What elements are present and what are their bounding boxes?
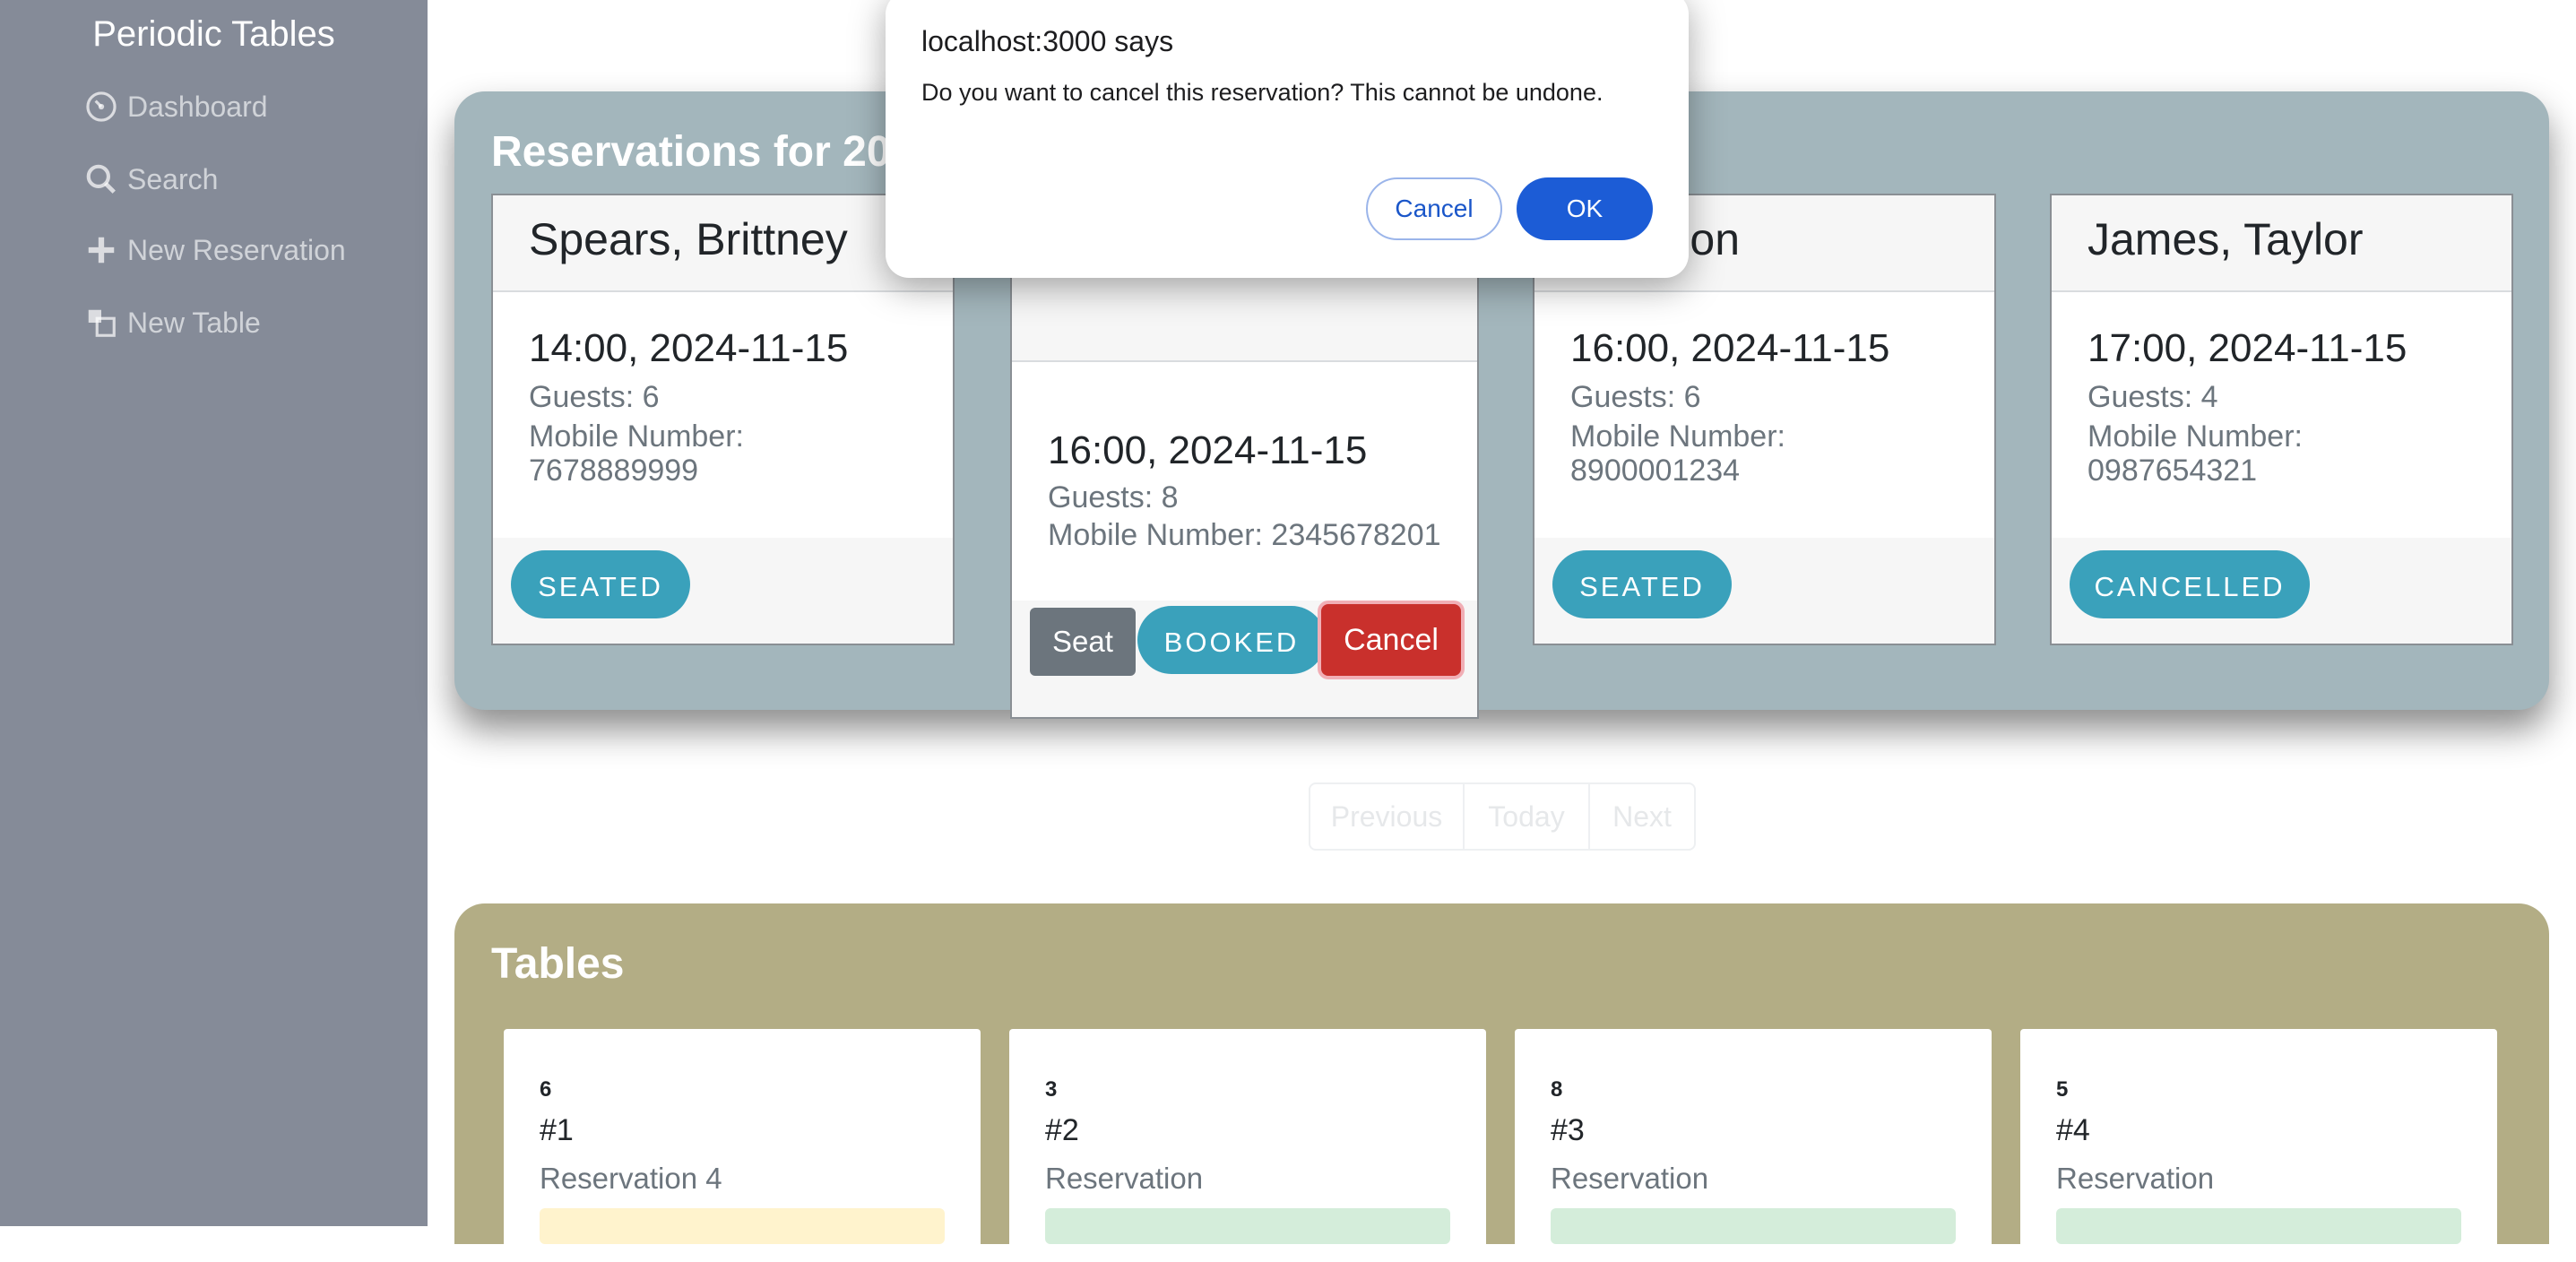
previous-button[interactable]: Previous	[1310, 784, 1465, 849]
table-card: 3 #2 Reservation	[1009, 1029, 1486, 1262]
reservation-time: 16:00, 2024-11-15	[1048, 428, 1368, 472]
next-button[interactable]: Next	[1590, 784, 1694, 849]
tables-title: Tables	[491, 940, 625, 988]
brand-title[interactable]: Periodic Tables	[0, 14, 428, 55]
table-name: #4	[2056, 1113, 2090, 1147]
dialog-message: Do you want to cancel this reservation? …	[921, 79, 1604, 106]
tables-panel: Tables 6 #1 Reservation 4 3 #2 Reservati…	[454, 903, 2549, 1262]
card-header: Spears, Brittney	[493, 195, 953, 292]
guest-count: Guests: 4	[2088, 380, 2218, 414]
table-name: #3	[1551, 1113, 1585, 1147]
table-name: #1	[540, 1113, 574, 1147]
table-capacity: 5	[2056, 1077, 2069, 1102]
table-card: 5 #4 Reservation	[2020, 1029, 2497, 1262]
cancel-reservation-button[interactable]: Cancel	[1321, 604, 1461, 676]
guest-name: James, Taylor	[2088, 214, 2364, 264]
dialog-title: localhost:3000 says	[921, 25, 1174, 57]
reservation-time: 17:00, 2024-11-15	[2088, 326, 2407, 370]
table-status-bar	[2056, 1208, 2461, 1244]
sidebar-item-label: Dashboard	[127, 90, 268, 123]
table-capacity: 6	[540, 1077, 552, 1102]
table-card: 6 #1 Reservation 4	[504, 1029, 981, 1262]
today-button[interactable]: Today	[1465, 784, 1590, 849]
card-footer: SEATED	[493, 538, 953, 644]
mobile-label: Mobile Number: 2345678201	[1048, 518, 1441, 552]
table-icon	[84, 306, 118, 340]
guest-count: Guests: 6	[529, 380, 660, 414]
mobile-number: 7678889999	[529, 454, 699, 488]
mobile-number: 0987654321	[2088, 454, 2258, 488]
table-reservation: Reservation	[2056, 1162, 2215, 1195]
table-capacity: 8	[1551, 1077, 1563, 1102]
reservations-title: Reservations for 202	[491, 128, 915, 176]
status-badge: BOOKED	[1137, 606, 1326, 674]
table-reservation: Reservation 4	[540, 1162, 722, 1195]
reservation-time: 14:00, 2024-11-15	[529, 326, 849, 370]
reservation-time: 16:00, 2024-11-15	[1570, 326, 1890, 370]
mobile-label: Mobile Number:	[529, 419, 744, 454]
confirm-dialog: localhost:3000 says Do you want to cance…	[886, 0, 1689, 278]
table-status-bar	[540, 1208, 945, 1244]
seat-button[interactable]: Seat	[1030, 608, 1136, 676]
search-icon	[84, 162, 118, 196]
table-status-bar	[1551, 1208, 1956, 1244]
dialog-cancel-button[interactable]: Cancel	[1366, 177, 1502, 240]
mobile-label: Mobile Number:	[2088, 419, 2303, 454]
sidebar-item-label: Search	[127, 162, 219, 195]
card-header: James, Taylor	[2052, 195, 2511, 292]
sidebar-item-new-table[interactable]: New Table	[84, 306, 261, 340]
guest-count: Guests: 6	[1570, 380, 1701, 414]
table-status-bar	[1045, 1208, 1450, 1244]
sidebar-item-new-reservation[interactable]: New Reservation	[84, 233, 346, 267]
status-badge: SEATED	[511, 550, 690, 618]
table-reservation: Reservation	[1045, 1162, 1204, 1195]
status-badge: CANCELLED	[2070, 550, 2310, 618]
sidebar-item-label: New Reservation	[127, 233, 346, 266]
reservation-card: James, Taylor 17:00, 2024-11-15 Guests: …	[2050, 194, 2513, 645]
table-capacity: 3	[1045, 1077, 1058, 1102]
sidebar-item-label: New Table	[127, 306, 261, 339]
guest-count: Guests: 8	[1048, 480, 1179, 514]
mobile-label: Mobile Number:	[1570, 419, 1785, 454]
dashboard-icon	[84, 90, 118, 124]
dialog-ok-button[interactable]: OK	[1517, 177, 1653, 240]
table-card: 8 #3 Reservation	[1515, 1029, 1992, 1262]
plus-icon	[84, 233, 118, 267]
sidebar: Periodic Tables Dashboard Search New Res…	[0, 0, 428, 1226]
guest-name: Spears, Brittney	[529, 214, 848, 264]
reservation-card: Spears, Brittney 14:00, 2024-11-15 Guest…	[491, 194, 955, 645]
sidebar-item-dashboard[interactable]: Dashboard	[84, 90, 268, 124]
card-footer: Seat BOOKED Cancel	[1012, 601, 1477, 717]
table-reservation: Reservation	[1551, 1162, 1709, 1195]
reservation-card: 16:00, 2024-11-15 Guests: 8 Mobile Numbe…	[1010, 253, 1479, 719]
card-footer: CANCELLED	[2052, 538, 2511, 644]
card-footer: SEATED	[1534, 538, 1994, 644]
sidebar-item-search[interactable]: Search	[84, 162, 218, 196]
table-name: #2	[1045, 1113, 1079, 1147]
pagination: Previous Today Next	[1309, 782, 1696, 851]
mobile-number: 8900001234	[1570, 454, 1741, 488]
status-badge: SEATED	[1552, 550, 1732, 618]
